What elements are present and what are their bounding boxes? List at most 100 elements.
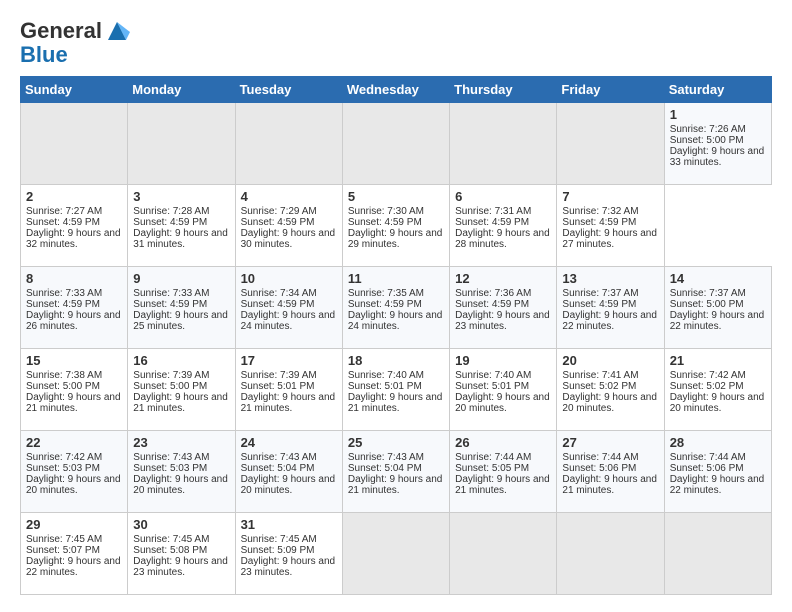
sunrise: Sunrise: 7:27 AM	[26, 206, 102, 217]
sunset: Sunset: 5:01 PM	[455, 381, 529, 392]
daylight: Daylight: 9 hours and 21 minutes.	[348, 474, 443, 496]
sunrise: Sunrise: 7:40 AM	[348, 370, 424, 381]
daylight: Daylight: 9 hours and 23 minutes.	[241, 556, 336, 578]
day-cell-22: 22Sunrise: 7:42 AMSunset: 5:03 PMDayligh…	[21, 431, 128, 513]
daylight: Daylight: 9 hours and 28 minutes.	[455, 228, 550, 250]
sunrise: Sunrise: 7:44 AM	[455, 452, 531, 463]
day-cell-31: 31Sunrise: 7:45 AMSunset: 5:09 PMDayligh…	[235, 513, 342, 595]
daylight: Daylight: 9 hours and 21 minutes.	[133, 392, 228, 414]
daylight: Daylight: 9 hours and 22 minutes.	[670, 310, 765, 332]
day-number: 14	[670, 271, 766, 286]
day-cell-16: 16Sunrise: 7:39 AMSunset: 5:00 PMDayligh…	[128, 349, 235, 431]
day-cell-18: 18Sunrise: 7:40 AMSunset: 5:01 PMDayligh…	[342, 349, 449, 431]
empty-cell	[21, 103, 128, 185]
sunset: Sunset: 4:59 PM	[133, 299, 207, 310]
sunset: Sunset: 5:03 PM	[26, 463, 100, 474]
sunset: Sunset: 4:59 PM	[455, 299, 529, 310]
day-cell-23: 23Sunrise: 7:43 AMSunset: 5:03 PMDayligh…	[128, 431, 235, 513]
day-number: 20	[562, 353, 658, 368]
sunrise: Sunrise: 7:36 AM	[455, 288, 531, 299]
day-number: 17	[241, 353, 337, 368]
week-row-1: 1Sunrise: 7:26 AMSunset: 5:00 PMDaylight…	[21, 103, 772, 185]
day-cell-8: 8Sunrise: 7:33 AMSunset: 4:59 PMDaylight…	[21, 267, 128, 349]
day-number: 21	[670, 353, 766, 368]
empty-cell	[235, 103, 342, 185]
sunset: Sunset: 4:59 PM	[455, 217, 529, 228]
daylight: Daylight: 9 hours and 21 minutes.	[455, 474, 550, 496]
empty-cell	[128, 103, 235, 185]
daylight: Daylight: 9 hours and 23 minutes.	[455, 310, 550, 332]
daylight: Daylight: 9 hours and 20 minutes.	[562, 392, 657, 414]
daylight: Daylight: 9 hours and 20 minutes.	[455, 392, 550, 414]
sunset: Sunset: 4:59 PM	[562, 299, 636, 310]
sunrise: Sunrise: 7:38 AM	[26, 370, 102, 381]
sunset: Sunset: 5:06 PM	[562, 463, 636, 474]
sunset: Sunset: 5:04 PM	[348, 463, 422, 474]
daylight: Daylight: 9 hours and 23 minutes.	[133, 556, 228, 578]
col-header-saturday: Saturday	[664, 77, 771, 103]
day-number: 27	[562, 435, 658, 450]
sunset: Sunset: 4:59 PM	[133, 217, 207, 228]
sunrise: Sunrise: 7:39 AM	[133, 370, 209, 381]
day-cell-21: 21Sunrise: 7:42 AMSunset: 5:02 PMDayligh…	[664, 349, 771, 431]
logo-general: General	[20, 18, 102, 44]
sunset: Sunset: 4:59 PM	[241, 217, 315, 228]
day-cell-15: 15Sunrise: 7:38 AMSunset: 5:00 PMDayligh…	[21, 349, 128, 431]
day-cell-26: 26Sunrise: 7:44 AMSunset: 5:05 PMDayligh…	[450, 431, 557, 513]
sunset: Sunset: 5:02 PM	[670, 381, 744, 392]
sunset: Sunset: 5:00 PM	[670, 299, 744, 310]
daylight: Daylight: 9 hours and 27 minutes.	[562, 228, 657, 250]
sunset: Sunset: 4:59 PM	[348, 217, 422, 228]
sunset: Sunset: 5:06 PM	[670, 463, 744, 474]
sunrise: Sunrise: 7:35 AM	[348, 288, 424, 299]
day-cell-30: 30Sunrise: 7:45 AMSunset: 5:08 PMDayligh…	[128, 513, 235, 595]
logo: General Blue	[20, 18, 130, 66]
day-number: 3	[133, 189, 229, 204]
col-header-thursday: Thursday	[450, 77, 557, 103]
day-cell-2: 2Sunrise: 7:27 AMSunset: 4:59 PMDaylight…	[21, 185, 128, 267]
daylight: Daylight: 9 hours and 26 minutes.	[26, 310, 121, 332]
day-cell-14: 14Sunrise: 7:37 AMSunset: 5:00 PMDayligh…	[664, 267, 771, 349]
sunrise: Sunrise: 7:37 AM	[562, 288, 638, 299]
daylight: Daylight: 9 hours and 21 minutes.	[26, 392, 121, 414]
sunrise: Sunrise: 7:39 AM	[241, 370, 317, 381]
empty-cell	[557, 513, 664, 595]
day-number: 7	[562, 189, 658, 204]
daylight: Daylight: 9 hours and 22 minutes.	[26, 556, 121, 578]
day-number: 19	[455, 353, 551, 368]
daylight: Daylight: 9 hours and 21 minutes.	[241, 392, 336, 414]
week-row-6: 29Sunrise: 7:45 AMSunset: 5:07 PMDayligh…	[21, 513, 772, 595]
header: General Blue	[20, 18, 772, 66]
sunrise: Sunrise: 7:44 AM	[562, 452, 638, 463]
sunrise: Sunrise: 7:44 AM	[670, 452, 746, 463]
day-cell-3: 3Sunrise: 7:28 AMSunset: 4:59 PMDaylight…	[128, 185, 235, 267]
day-cell-11: 11Sunrise: 7:35 AMSunset: 4:59 PMDayligh…	[342, 267, 449, 349]
day-number: 5	[348, 189, 444, 204]
header-row: SundayMondayTuesdayWednesdayThursdayFrid…	[21, 77, 772, 103]
day-cell-17: 17Sunrise: 7:39 AMSunset: 5:01 PMDayligh…	[235, 349, 342, 431]
daylight: Daylight: 9 hours and 24 minutes.	[241, 310, 336, 332]
sunrise: Sunrise: 7:43 AM	[348, 452, 424, 463]
week-row-2: 2Sunrise: 7:27 AMSunset: 4:59 PMDaylight…	[21, 185, 772, 267]
sunset: Sunset: 4:59 PM	[562, 217, 636, 228]
day-number: 10	[241, 271, 337, 286]
sunset: Sunset: 5:03 PM	[133, 463, 207, 474]
sunset: Sunset: 5:07 PM	[26, 545, 100, 556]
empty-cell	[557, 103, 664, 185]
sunset: Sunset: 5:02 PM	[562, 381, 636, 392]
day-cell-1: 1Sunrise: 7:26 AMSunset: 5:00 PMDaylight…	[664, 103, 771, 185]
day-number: 4	[241, 189, 337, 204]
daylight: Daylight: 9 hours and 20 minutes.	[26, 474, 121, 496]
sunset: Sunset: 5:01 PM	[348, 381, 422, 392]
empty-cell	[664, 513, 771, 595]
sunrise: Sunrise: 7:45 AM	[26, 534, 102, 545]
day-number: 6	[455, 189, 551, 204]
sunrise: Sunrise: 7:33 AM	[133, 288, 209, 299]
sunrise: Sunrise: 7:45 AM	[241, 534, 317, 545]
sunset: Sunset: 5:00 PM	[26, 381, 100, 392]
day-number: 13	[562, 271, 658, 286]
daylight: Daylight: 9 hours and 29 minutes.	[348, 228, 443, 250]
sunrise: Sunrise: 7:40 AM	[455, 370, 531, 381]
sunrise: Sunrise: 7:29 AM	[241, 206, 317, 217]
day-number: 24	[241, 435, 337, 450]
